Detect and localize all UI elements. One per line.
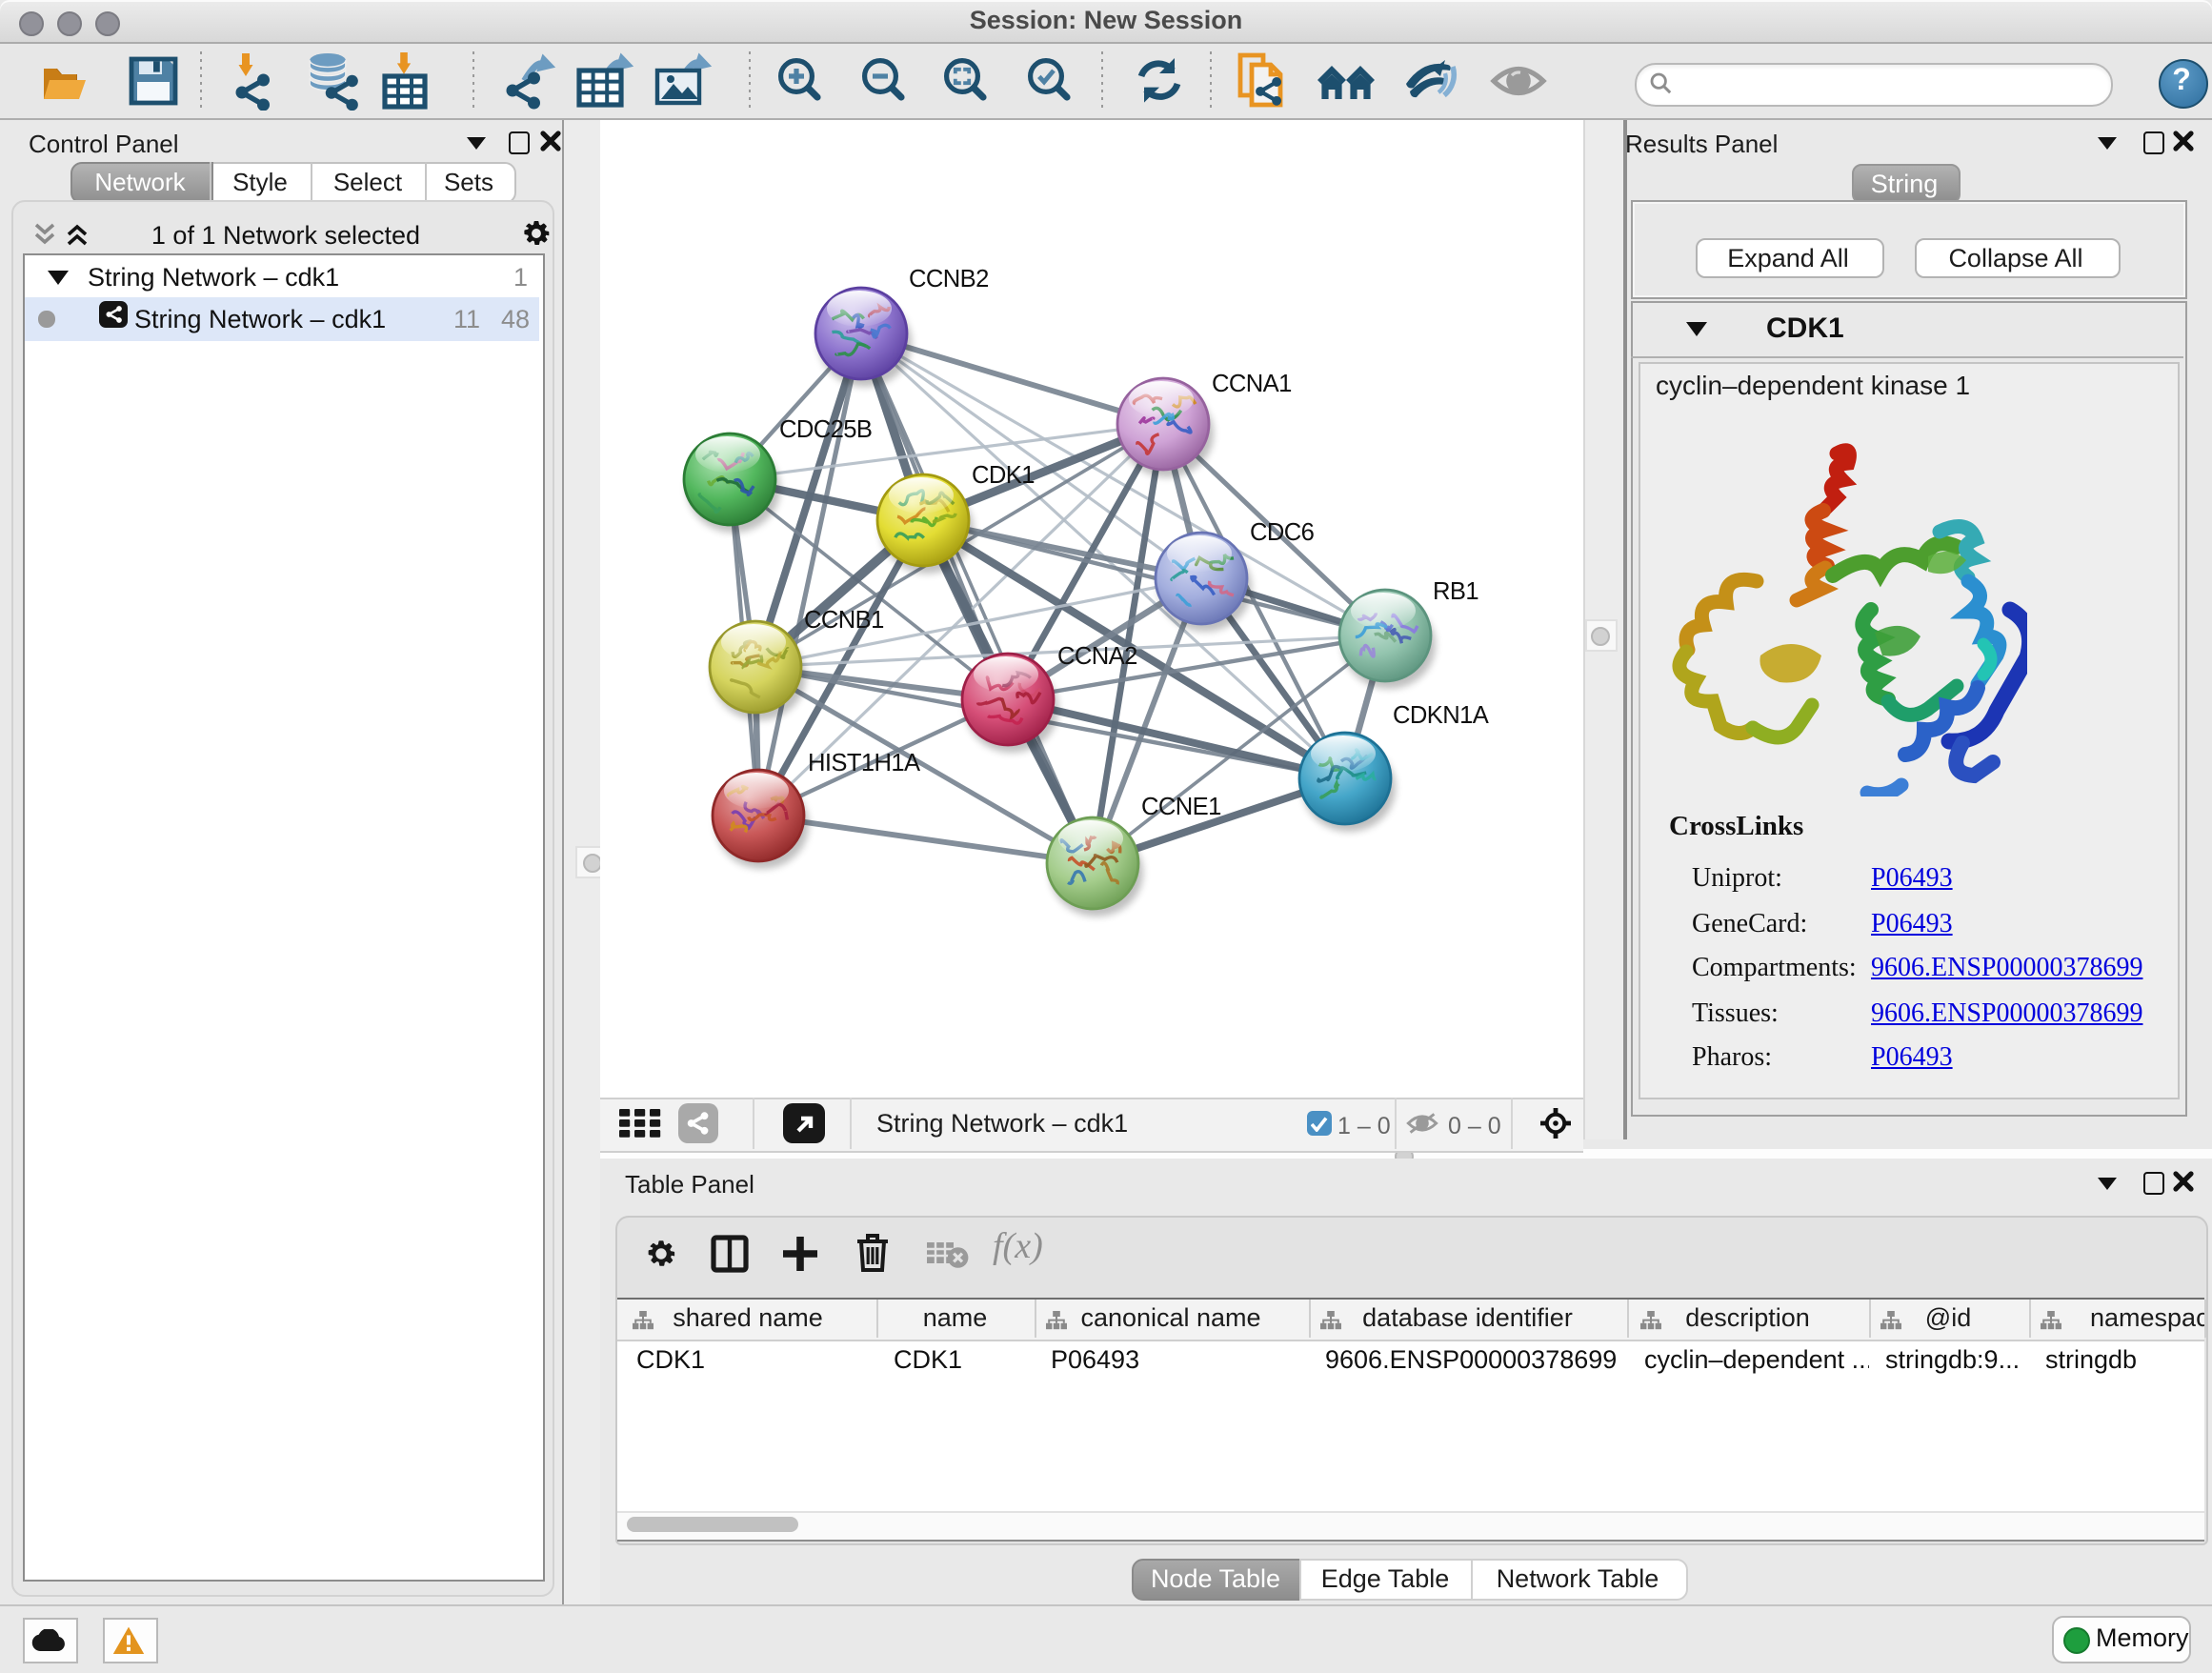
svg-text:CDKN1A: CDKN1A bbox=[1393, 701, 1490, 728]
svg-text:CCNB1: CCNB1 bbox=[804, 606, 884, 633]
svg-text:CCNA2: CCNA2 bbox=[1057, 642, 1137, 669]
svg-text:CDC6: CDC6 bbox=[1250, 518, 1315, 545]
svg-text:CCNA1: CCNA1 bbox=[1212, 370, 1292, 396]
svg-text:RB1: RB1 bbox=[1433, 577, 1478, 604]
svg-text:CCNB2: CCNB2 bbox=[909, 265, 989, 292]
svg-text:CCNE1: CCNE1 bbox=[1141, 793, 1221, 819]
svg-text:HIST1H1A: HIST1H1A bbox=[808, 749, 921, 776]
svg-text:CDC25B: CDC25B bbox=[779, 415, 872, 442]
svg-text:CDK1: CDK1 bbox=[972, 461, 1035, 488]
